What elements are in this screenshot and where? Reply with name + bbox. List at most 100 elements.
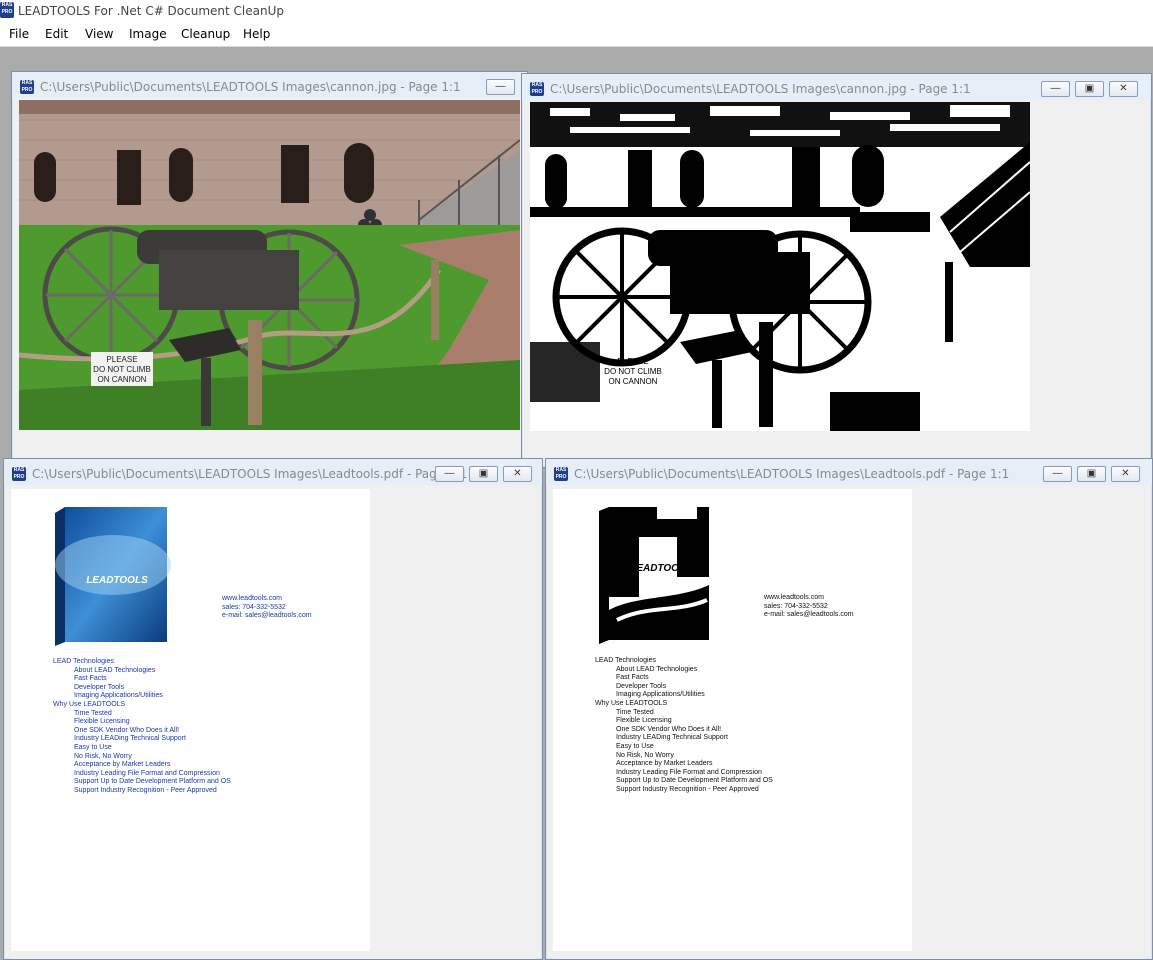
toc-item[interactable]: Developer Tools — [53, 684, 231, 693]
cannon-photo: PLEASE DO NOT CLIMB ON CANNON — [19, 100, 520, 430]
menu-file[interactable]: File — [9, 27, 29, 41]
toc-list: LEAD Technologies About LEAD Technologie… — [595, 657, 773, 795]
toc-item: One SDK Vendor Who Does it All! — [616, 725, 722, 733]
menu-cleanup[interactable]: Cleanup — [181, 27, 230, 41]
menu-view[interactable]: View — [85, 27, 113, 41]
window-title: C:\Users\Public\Documents\LEADTOOLS Imag… — [40, 80, 461, 94]
close-icon: ✕ — [1119, 83, 1128, 94]
sign-text-line-3: ON CANNON — [609, 377, 658, 386]
window-pdf-original[interactable]: RAS PRO C:\Users\Public\Documents\LEADTO… — [3, 458, 543, 960]
toc-item[interactable]: Easy to Use — [53, 744, 231, 753]
contact-email: e-mail: sales@leadtools.com — [764, 611, 854, 619]
toc-item: Flexible Licensing — [616, 717, 672, 725]
toc-heading[interactable]: LEAD Technologies — [53, 658, 231, 667]
menu-edit[interactable]: Edit — [45, 27, 68, 41]
document-icon: RAS PRO — [554, 467, 568, 481]
toc-item: Acceptance by Market Leaders — [616, 760, 713, 768]
toc-list: LEAD Technologies About LEAD Technologie… — [53, 658, 231, 796]
close-button[interactable]: ✕ — [503, 466, 532, 482]
box-logo: LEADTOOLS — [86, 575, 148, 586]
image-viewer[interactable]: PLEASE DO NOT CLIMB ON CANNON — [530, 102, 1144, 462]
document-viewer[interactable]: LEADTOOLS www.leadtools.com sales: 704-3… — [11, 489, 537, 959]
contact-block: www.leadtools.com sales: 704-332-5532 e-… — [764, 594, 854, 620]
sign-text-line-1: PLEASE — [617, 357, 648, 366]
sign-text-line-1: PLEASE — [106, 355, 137, 364]
close-icon: ✕ — [1121, 468, 1130, 479]
sign-text-line-2: DO NOT CLIMB — [604, 367, 662, 376]
pdf-page: LEADTOOLS www.leadtools.com sales: 704-3… — [553, 489, 912, 951]
menu-help[interactable]: Help — [243, 27, 270, 41]
contact-url[interactable]: www.leadtools.com — [222, 595, 312, 604]
toc-item: Support Industry Recognition - Peer Appr… — [616, 785, 759, 793]
contact-sales: sales: 704-332-5532 — [764, 602, 828, 610]
toc-item[interactable]: Acceptance by Market Leaders — [53, 761, 231, 770]
toc-heading: Why Use LEADTOOLS — [595, 699, 668, 707]
toc-item[interactable]: Support Industry Recognition - Peer Appr… — [53, 787, 231, 796]
minimize-button[interactable]: — — [1041, 81, 1070, 97]
restore-button[interactable]: ▣ — [469, 466, 498, 482]
document-icon: RAS PRO — [20, 80, 34, 94]
toc-item[interactable]: Support Up to Date Development Platform … — [53, 778, 231, 787]
toc-item[interactable]: No Risk, No Worry — [53, 753, 231, 762]
toc-heading[interactable]: Why Use LEADTOOLS — [53, 701, 231, 710]
menu-image[interactable]: Image — [129, 27, 167, 41]
toc-item[interactable]: Industry Leading File Format and Compres… — [53, 770, 231, 779]
toc-item[interactable]: About LEAD Technologies — [53, 667, 231, 676]
restore-icon: ▣ — [1084, 83, 1095, 94]
contact-email[interactable]: e-mail: sales@leadtools.com — [222, 612, 312, 621]
window-title: C:\Users\Public\Documents\LEADTOOLS Imag… — [574, 467, 1010, 481]
minimize-icon: — — [1052, 468, 1063, 479]
minimize-icon: — — [1050, 83, 1061, 94]
contact-block: www.leadtools.com sales: 704-332-5532 e-… — [222, 595, 312, 621]
toc-item[interactable]: Flexible Licensing — [53, 718, 231, 727]
window-title-bar[interactable]: RAS PRO C:\Users\Public\Documents\LEADTO… — [12, 72, 527, 98]
restore-button[interactable]: ▣ — [1075, 81, 1104, 97]
toc-item: Support Up to Date Development Platform … — [616, 777, 773, 785]
toc-item[interactable]: One SDK Vendor Who Does it All! — [53, 727, 231, 736]
document-viewer[interactable]: LEADTOOLS www.leadtools.com sales: 704-3… — [553, 489, 1145, 959]
close-icon: ✕ — [513, 468, 522, 479]
window-title-bar[interactable]: RAS PRO C:\Users\Public\Documents\LEADTO… — [546, 459, 1152, 485]
toc-item: Time Tested — [616, 708, 654, 716]
toc-item: Industry LEADing Technical Support — [616, 734, 728, 742]
toc-item[interactable]: Time Tested — [53, 710, 231, 719]
minimize-button[interactable]: — — [435, 466, 464, 482]
app-icon: RAS PRO — [0, 2, 14, 18]
window-pdf-cleaned[interactable]: RAS PRO C:\Users\Public\Documents\LEADTO… — [545, 458, 1153, 960]
restore-icon: ▣ — [478, 468, 489, 479]
document-icon: RAS PRO — [530, 82, 544, 96]
contact-sales: sales: 704-332-5532 — [222, 603, 286, 611]
window-title-bar[interactable]: RAS PRO C:\Users\Public\Documents\LEADTO… — [522, 74, 1151, 100]
minimize-icon: — — [444, 468, 455, 479]
minimize-icon: — — [495, 81, 506, 92]
minimize-button[interactable]: — — [486, 79, 515, 95]
restore-icon: ▣ — [1086, 468, 1097, 479]
image-viewer[interactable]: PLEASE DO NOT CLIMB ON CANNON — [19, 100, 520, 462]
toc-item: Developer Tools — [616, 682, 667, 690]
leadtools-box-image: LEADTOOLS — [55, 507, 171, 646]
toc-item: Fast Facts — [616, 674, 649, 682]
toc-item: Imaging Applications/Utilities — [616, 691, 705, 699]
toc-item[interactable]: Industry LEADing Technical Support — [53, 735, 231, 744]
contact-url: www.leadtools.com — [764, 594, 824, 601]
restore-button[interactable]: ▣ — [1077, 466, 1106, 482]
window-title: C:\Users\Public\Documents\LEADTOOLS Imag… — [550, 82, 971, 96]
window-title: C:\Users\Public\Documents\LEADTOOLS Imag… — [32, 467, 468, 481]
sign-text-line-2: DO NOT CLIMB — [93, 365, 151, 374]
minimize-button[interactable]: — — [1043, 466, 1072, 482]
close-button[interactable]: ✕ — [1111, 466, 1140, 482]
window-cannon-cleaned[interactable]: RAS PRO C:\Users\Public\Documents\LEADTO… — [521, 73, 1152, 468]
app-title-bar: RAS PRO LEADTOOLS For .Net C# Document C… — [0, 0, 1153, 23]
sign-text-line-3: ON CANNON — [98, 375, 147, 384]
window-title-bar[interactable]: RAS PRO C:\Users\Public\Documents\LEADTO… — [4, 459, 542, 485]
toc-item: Industry Leading File Format and Compres… — [616, 768, 762, 776]
toc-item[interactable]: Imaging Applications/Utilities — [53, 692, 231, 701]
toc-item[interactable]: Fast Facts — [53, 675, 231, 684]
window-cannon-original[interactable]: RAS PRO C:\Users\Public\Documents\LEADTO… — [11, 71, 528, 468]
cannon-binarized-image: PLEASE DO NOT CLIMB ON CANNON — [530, 102, 1030, 431]
document-icon: RAS PRO — [12, 467, 26, 481]
close-button[interactable]: ✕ — [1109, 81, 1138, 97]
toc-item: About LEAD Technologies — [616, 665, 698, 673]
pdf-page: LEADTOOLS www.leadtools.com sales: 704-3… — [11, 489, 370, 951]
app-title: LEADTOOLS For .Net C# Document CleanUp — [18, 4, 284, 18]
